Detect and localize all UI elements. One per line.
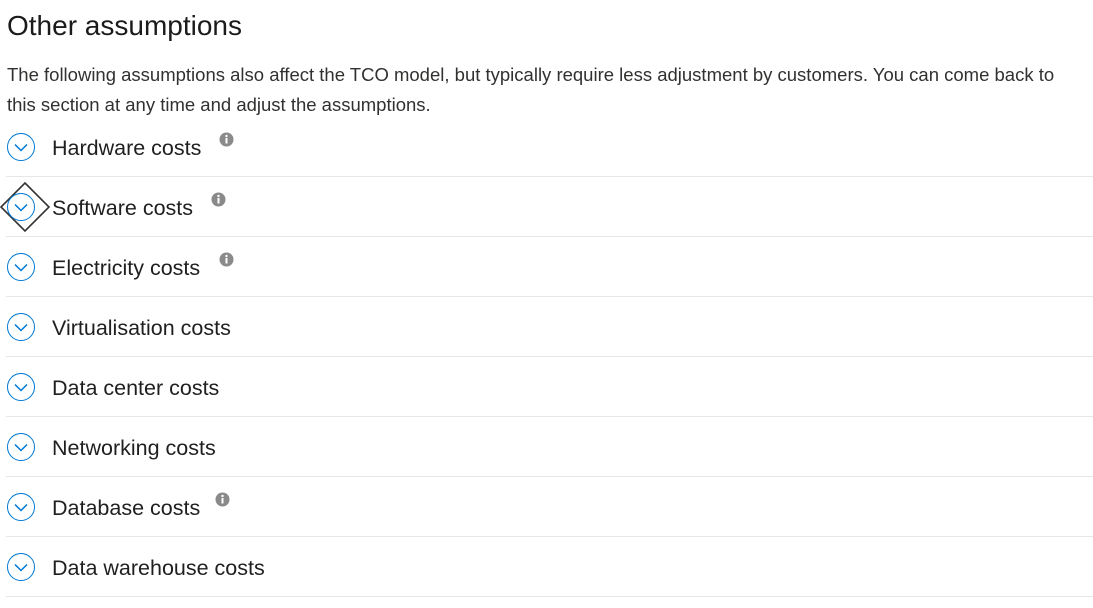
info-icon[interactable] bbox=[219, 132, 234, 147]
chevron-down-icon bbox=[14, 503, 28, 512]
expand-data-center-costs-button[interactable] bbox=[7, 373, 35, 401]
expand-virtualisation-costs-button[interactable] bbox=[7, 313, 35, 341]
chevron-down-icon bbox=[14, 383, 28, 392]
accordion-label: Software costs bbox=[52, 196, 193, 220]
chevron-down-icon bbox=[14, 323, 28, 332]
accordion-item-software-costs[interactable]: Software costs bbox=[0, 177, 1093, 237]
assumptions-accordion: Hardware costs Software costs Electricit… bbox=[0, 117, 1093, 597]
expand-networking-costs-button[interactable] bbox=[7, 433, 35, 461]
accordion-item-data-center-costs[interactable]: Data center costs bbox=[6, 357, 1093, 417]
chevron-down-icon bbox=[14, 443, 28, 452]
info-icon[interactable] bbox=[215, 492, 230, 507]
accordion-label: Hardware costs bbox=[52, 136, 202, 160]
section-description: The following assumptions also affect th… bbox=[7, 64, 1055, 115]
accordion-item-virtualisation-costs[interactable]: Virtualisation costs bbox=[6, 297, 1093, 357]
section-title: Other assumptions bbox=[7, 10, 242, 41]
expand-data-warehouse-costs-button[interactable] bbox=[7, 553, 35, 581]
accordion-label: Database costs bbox=[52, 496, 201, 520]
chevron-down-icon bbox=[14, 263, 28, 272]
chevron-down-icon bbox=[14, 143, 28, 152]
chevron-down-icon bbox=[14, 563, 28, 572]
accordion-item-hardware-costs[interactable]: Hardware costs bbox=[6, 117, 1093, 177]
accordion-item-database-costs[interactable]: Database costs bbox=[6, 477, 1093, 537]
expand-database-costs-button[interactable] bbox=[7, 493, 35, 521]
accordion-label: Data center costs bbox=[52, 376, 220, 400]
accordion-label: Virtualisation costs bbox=[52, 316, 231, 340]
info-icon[interactable] bbox=[211, 192, 226, 207]
accordion-label: Data warehouse costs bbox=[52, 556, 265, 580]
accordion-item-networking-costs[interactable]: Networking costs bbox=[6, 417, 1093, 477]
info-icon[interactable] bbox=[219, 252, 234, 267]
expand-hardware-costs-button[interactable] bbox=[7, 133, 35, 161]
chevron-down-icon bbox=[14, 203, 28, 212]
expand-electricity-costs-button[interactable] bbox=[7, 253, 35, 281]
accordion-label: Electricity costs bbox=[52, 256, 201, 280]
accordion-label: Networking costs bbox=[52, 436, 216, 460]
accordion-item-data-warehouse-costs[interactable]: Data warehouse costs bbox=[6, 537, 1093, 597]
expand-software-costs-button[interactable] bbox=[7, 193, 35, 221]
accordion-item-electricity-costs[interactable]: Electricity costs bbox=[6, 237, 1093, 297]
